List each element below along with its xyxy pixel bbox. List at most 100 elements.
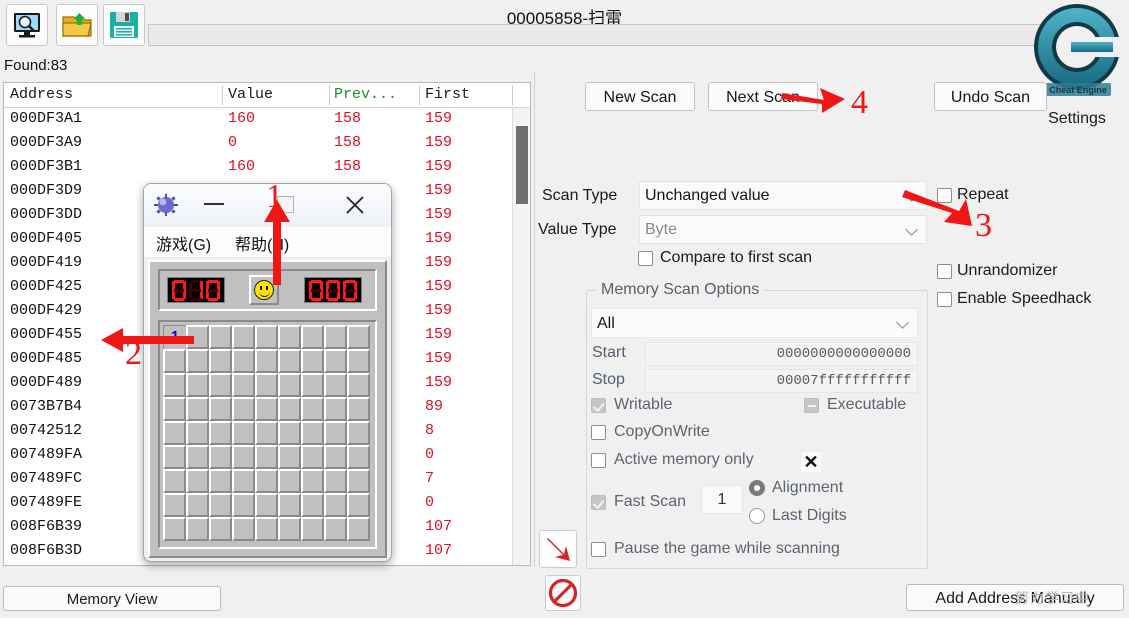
unrandomizer-checkbox[interactable] [937, 264, 952, 279]
minesweeper-cell[interactable] [278, 325, 301, 349]
minesweeper-cell[interactable] [347, 421, 370, 445]
minesweeper-cell[interactable] [232, 517, 255, 541]
minesweeper-cell[interactable] [278, 517, 301, 541]
minesweeper-cell[interactable] [209, 397, 232, 421]
alignment-radio[interactable] [749, 480, 765, 496]
scan-type-select[interactable]: Unchanged value [639, 181, 927, 210]
minesweeper-cell[interactable] [232, 493, 255, 517]
minesweeper-grid[interactable]: 1 [158, 320, 377, 549]
minesweeper-cell[interactable] [232, 349, 255, 373]
minesweeper-cell[interactable] [232, 325, 255, 349]
enable-speedhack-checkbox[interactable] [937, 292, 952, 307]
minesweeper-cell[interactable] [232, 445, 255, 469]
writable-checkbox[interactable] [591, 398, 606, 413]
minesweeper-cell[interactable] [186, 397, 209, 421]
close-icon[interactable]: ✕ [800, 451, 822, 473]
fast-scan-value-input[interactable]: 1 [701, 485, 743, 514]
minesweeper-cell[interactable] [163, 397, 186, 421]
no-entry-icon[interactable] [545, 575, 581, 611]
minesweeper-cell[interactable] [255, 421, 278, 445]
minesweeper-cell[interactable] [347, 373, 370, 397]
minesweeper-cell[interactable] [301, 445, 324, 469]
column-header-previous[interactable]: Prev... [334, 86, 397, 103]
minesweeper-cell[interactable] [324, 421, 347, 445]
minesweeper-cell[interactable] [347, 493, 370, 517]
minesweeper-cell[interactable] [324, 325, 347, 349]
minesweeper-cell[interactable] [209, 349, 232, 373]
minesweeper-cell[interactable] [186, 349, 209, 373]
minesweeper-cell[interactable] [186, 325, 209, 349]
minesweeper-cell[interactable] [301, 325, 324, 349]
minesweeper-cell[interactable] [347, 469, 370, 493]
minesweeper-cell[interactable] [163, 445, 186, 469]
minesweeper-cell[interactable] [232, 421, 255, 445]
last-digits-radio[interactable] [749, 508, 765, 524]
smiley-button[interactable] [249, 275, 279, 305]
minesweeper-cell[interactable] [278, 445, 301, 469]
minesweeper-cell[interactable] [278, 469, 301, 493]
minesweeper-cell[interactable] [209, 517, 232, 541]
minesweeper-cell[interactable] [278, 373, 301, 397]
minesweeper-cell[interactable] [209, 373, 232, 397]
active-memory-only-checkbox[interactable] [591, 453, 606, 468]
menu-game[interactable]: 游戏(G) [156, 231, 211, 255]
table-row[interactable]: 000DF3B1 160 158 159 [4, 156, 512, 180]
menu-help[interactable]: 帮助(H) [235, 231, 289, 255]
table-row[interactable]: 000DF3A9 0 158 159 [4, 132, 512, 156]
minesweeper-cell[interactable] [209, 421, 232, 445]
address-bar[interactable] [148, 24, 1053, 46]
minesweeper-cell[interactable] [324, 493, 347, 517]
column-header-first[interactable]: First [425, 86, 470, 103]
minesweeper-cell[interactable] [255, 469, 278, 493]
memory-region-select[interactable]: All [591, 308, 918, 338]
minesweeper-cell[interactable] [347, 517, 370, 541]
minesweeper-cell[interactable] [209, 445, 232, 469]
minesweeper-cell[interactable] [324, 469, 347, 493]
results-scrollbar[interactable] [512, 108, 530, 565]
minesweeper-cell[interactable] [186, 469, 209, 493]
minesweeper-cell[interactable] [324, 517, 347, 541]
minesweeper-cell[interactable] [186, 421, 209, 445]
minesweeper-cell[interactable] [301, 517, 324, 541]
memory-view-button[interactable]: Memory View [3, 586, 221, 611]
table-row[interactable]: 000DF3A1 160 158 159 [4, 108, 512, 132]
minesweeper-cell[interactable] [324, 397, 347, 421]
minesweeper-cell[interactable] [163, 373, 186, 397]
minesweeper-cell[interactable] [255, 445, 278, 469]
executable-checkbox[interactable] [804, 398, 819, 413]
minesweeper-cell[interactable] [232, 397, 255, 421]
minesweeper-cell[interactable] [209, 493, 232, 517]
minesweeper-cell[interactable] [324, 373, 347, 397]
minesweeper-cell[interactable] [347, 397, 370, 421]
minesweeper-cell[interactable] [255, 349, 278, 373]
minesweeper-cell[interactable] [255, 517, 278, 541]
minesweeper-cell[interactable] [347, 349, 370, 373]
settings-label[interactable]: Settings [1029, 110, 1125, 128]
fast-scan-checkbox[interactable] [591, 495, 606, 510]
minesweeper-cell[interactable] [278, 397, 301, 421]
minesweeper-cell[interactable] [209, 325, 232, 349]
minesweeper-cell[interactable] [301, 349, 324, 373]
minesweeper-cell[interactable] [324, 349, 347, 373]
minesweeper-cell[interactable] [163, 421, 186, 445]
start-address-input[interactable]: 0000000000000000 [645, 342, 918, 366]
minesweeper-cell[interactable] [255, 325, 278, 349]
stop-address-input[interactable]: 00007fffffffffff [645, 369, 918, 393]
minesweeper-cell[interactable] [301, 373, 324, 397]
minesweeper-cell[interactable] [324, 445, 347, 469]
minesweeper-cell[interactable] [163, 517, 186, 541]
minesweeper-cell[interactable] [186, 493, 209, 517]
minesweeper-cell[interactable] [232, 469, 255, 493]
repeat-checkbox[interactable] [937, 188, 952, 203]
column-header-value[interactable]: Value [228, 86, 273, 103]
column-header-address[interactable]: Address [10, 86, 73, 103]
close-icon[interactable] [344, 194, 366, 216]
minesweeper-cell[interactable] [255, 373, 278, 397]
minesweeper-cell[interactable] [186, 373, 209, 397]
minesweeper-cell[interactable] [301, 469, 324, 493]
scrollbar-thumb[interactable] [516, 126, 528, 204]
minesweeper-cell[interactable] [278, 421, 301, 445]
new-scan-button[interactable]: New Scan [585, 82, 695, 111]
minesweeper-cell[interactable] [347, 325, 370, 349]
minesweeper-cell[interactable] [278, 349, 301, 373]
